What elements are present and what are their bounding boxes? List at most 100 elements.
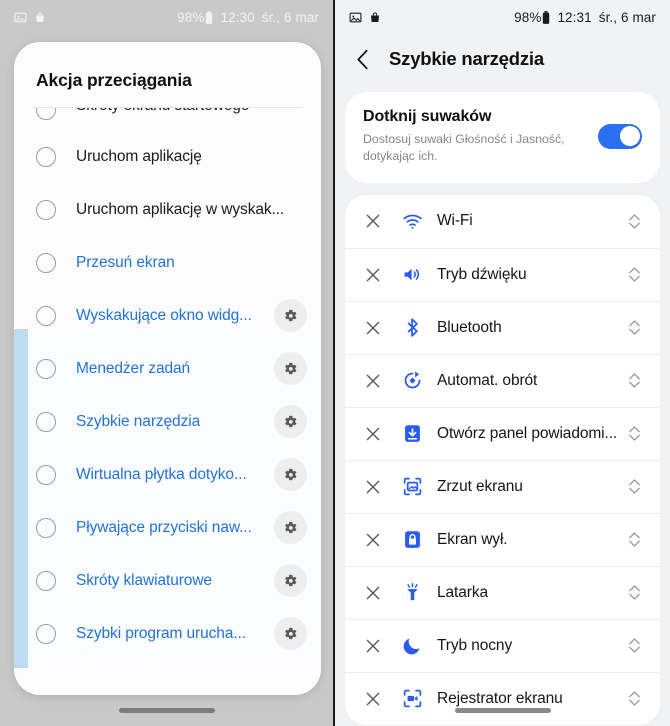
back-arrow-icon[interactable]	[351, 48, 373, 70]
reorder-handle-icon[interactable]	[626, 530, 642, 550]
tool-row[interactable]: Ekran wył.	[345, 512, 660, 566]
auto-rotate-icon	[400, 369, 424, 393]
notification-panel-icon	[400, 422, 424, 446]
option-row[interactable]: Wyskakujące okno widg...	[14, 289, 321, 342]
option-row[interactable]: Wirtualna płytka dotyko...	[14, 448, 321, 501]
status-bar-left: 98% 12:30 śr., 6 mar	[0, 0, 333, 34]
radio-button[interactable]	[36, 305, 56, 326]
night-mode-moon-icon	[400, 634, 424, 658]
option-row[interactable]: Ukryj uchwyt	[14, 660, 321, 668]
drag-action-option-list[interactable]: Skróty ekranu startowego Uruchom aplikac…	[14, 108, 321, 668]
touch-sliders-setting-card[interactable]: Dotknij suwaków Dostosuj suwaki Głośność…	[345, 92, 660, 183]
sound-mode-icon	[400, 263, 424, 287]
date-label: śr., 6 mar	[261, 9, 319, 25]
radio-button[interactable]	[36, 252, 56, 273]
radio-button[interactable]	[36, 623, 56, 644]
option-label: Uruchom aplikację w wyskak...	[76, 200, 285, 218]
remove-icon[interactable]	[363, 212, 382, 231]
tool-row[interactable]: Bluetooth	[345, 300, 660, 354]
radio-button[interactable]	[36, 517, 56, 538]
option-row[interactable]: Szybkie narzędzia	[14, 395, 321, 448]
bluetooth-icon	[400, 316, 424, 340]
navigation-bar-right	[335, 695, 670, 726]
radio-button[interactable]	[36, 464, 56, 485]
tool-label: Otwórz panel powiadomi...	[437, 424, 618, 442]
home-gesture-pill[interactable]	[454, 708, 551, 713]
option-label: Pływające przyciski naw...	[76, 518, 252, 536]
remove-icon[interactable]	[363, 636, 382, 655]
remove-icon[interactable]	[363, 477, 382, 496]
status-bar-right-cluster: 98% 12:31 śr., 6 mar	[514, 10, 656, 25]
tool-row[interactable]: Tryb dźwięku	[345, 247, 660, 301]
tool-row[interactable]: Otwórz panel powiadomi...	[345, 406, 660, 460]
radio-button[interactable]	[36, 411, 56, 432]
option-row[interactable]: Uruchom aplikację	[14, 130, 321, 183]
remove-icon[interactable]	[363, 424, 382, 443]
page-title: Szybkie narzędzia	[389, 48, 544, 69]
remove-icon[interactable]	[363, 530, 382, 549]
tool-label: Tryb dźwięku	[437, 265, 527, 283]
option-row[interactable]: Skróty klawiaturowe	[14, 554, 321, 607]
gear-icon[interactable]	[274, 458, 307, 491]
tool-row[interactable]: Zrzut ekranu	[345, 459, 660, 513]
option-row[interactable]: Przesuń ekran	[14, 236, 321, 289]
remove-icon[interactable]	[363, 265, 382, 284]
reorder-handle-icon[interactable]	[626, 265, 642, 285]
option-label: Przesuń ekran	[76, 253, 175, 271]
dual-screenshot: 98% 12:30 śr., 6 mar Akcja przeciągania …	[0, 0, 670, 726]
screen-off-lock-icon	[400, 528, 424, 552]
wifi-icon	[400, 209, 424, 233]
tool-row[interactable]: Tryb nocny	[345, 618, 660, 672]
gear-icon[interactable]	[274, 299, 307, 332]
tool-row[interactable]: Automat. obrót	[345, 353, 660, 407]
battery-percentage: 98%	[177, 10, 213, 25]
tool-row[interactable]: Wi-Fi	[345, 195, 660, 248]
shopping-bag-icon	[369, 11, 381, 24]
option-label: Szybki program urucha...	[76, 624, 246, 642]
tool-label: Bluetooth	[437, 318, 502, 336]
touch-sliders-toggle[interactable]	[598, 123, 642, 149]
reorder-handle-icon[interactable]	[626, 424, 642, 444]
reorder-handle-icon[interactable]	[626, 211, 642, 231]
status-bar-notification-icons	[349, 11, 381, 24]
radio-button[interactable]	[36, 199, 56, 220]
option-row[interactable]: Uruchom aplikację w wyskak...	[14, 183, 321, 236]
home-gesture-pill[interactable]	[118, 708, 215, 713]
radio-button[interactable]	[36, 108, 56, 120]
option-row[interactable]: Szybki program urucha...	[14, 607, 321, 660]
shopping-bag-icon	[34, 11, 46, 24]
quick-tools-list-card: Wi-Fi Tryb dźwięku Bluetooth Automat. ob…	[345, 194, 660, 725]
tool-label: Ekran wył.	[437, 530, 508, 548]
gear-icon[interactable]	[274, 617, 307, 650]
reorder-handle-icon[interactable]	[626, 583, 642, 603]
radio-button[interactable]	[36, 570, 56, 591]
gear-icon[interactable]	[274, 405, 307, 438]
setting-description: Dostosuj suwaki Głośność i Jasność, doty…	[363, 132, 565, 163]
gear-icon[interactable]	[274, 511, 307, 544]
option-label: Skróty ekranu startowego	[76, 108, 249, 115]
status-bar-right-cluster: 98% 12:30 śr., 6 mar	[177, 10, 319, 25]
app-header: Szybkie narzędzia	[335, 34, 670, 84]
remove-icon[interactable]	[363, 583, 382, 602]
reorder-handle-icon[interactable]	[626, 636, 642, 656]
gear-icon[interactable]	[274, 352, 307, 385]
tool-label: Tryb nocny	[437, 636, 513, 654]
clock: 12:30	[220, 9, 255, 25]
option-row[interactable]: Skróty ekranu startowego	[14, 108, 321, 130]
tool-label: Latarka	[437, 583, 488, 601]
remove-icon[interactable]	[363, 371, 382, 390]
radio-button[interactable]	[36, 358, 56, 379]
reorder-handle-icon[interactable]	[626, 318, 642, 338]
reorder-handle-icon[interactable]	[626, 371, 642, 391]
screenshot-icon	[400, 475, 424, 499]
remove-icon[interactable]	[363, 318, 382, 337]
reorder-handle-icon[interactable]	[626, 477, 642, 497]
option-row[interactable]: Menedżer zadań	[14, 342, 321, 395]
option-row[interactable]: Pływające przyciski naw...	[14, 501, 321, 554]
option-label: Uruchom aplikację	[76, 147, 202, 165]
tool-row[interactable]: Latarka	[345, 565, 660, 619]
radio-button[interactable]	[36, 146, 56, 167]
gear-icon[interactable]	[274, 564, 307, 597]
right-phone-screen: 98% 12:31 śr., 6 mar Szybkie narzędzia D…	[335, 0, 670, 726]
option-label: Szybkie narzędzia	[76, 412, 201, 430]
